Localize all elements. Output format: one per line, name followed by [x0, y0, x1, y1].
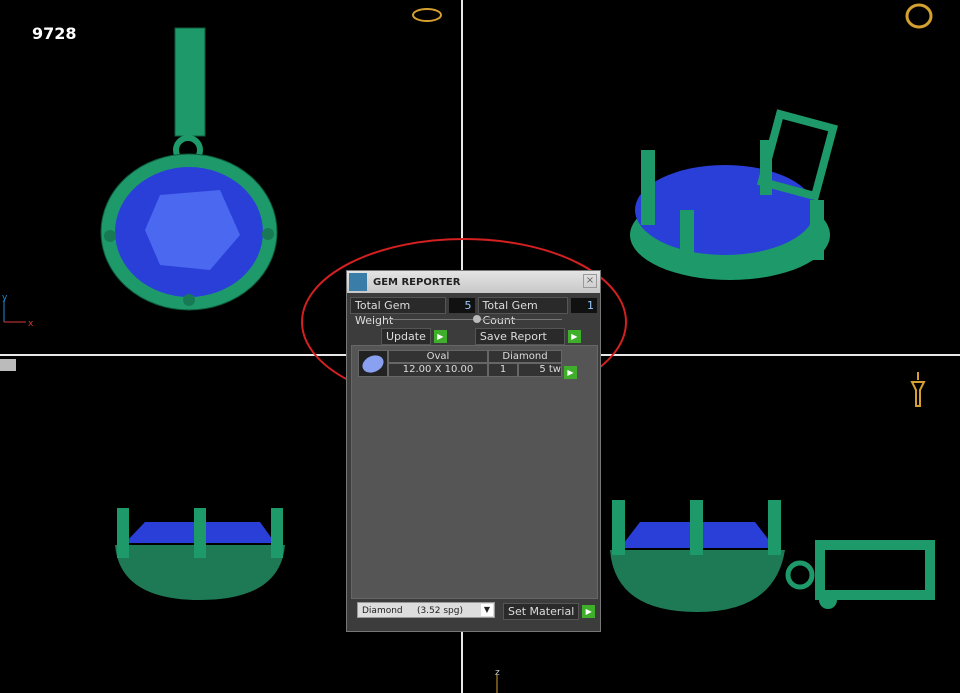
total-gem-weight-value: 5	[448, 298, 475, 313]
front-view-pendant	[100, 27, 278, 311]
gem-count: 1	[488, 363, 518, 377]
material-select[interactable]: Diamond (3.52 spg) ▼	[357, 602, 495, 618]
play-icon: ▶	[433, 330, 447, 343]
gem-weight-value: 5	[539, 364, 546, 375]
app-logo-icon	[349, 273, 367, 291]
total-gem-count-value: 1	[571, 298, 598, 313]
total-gem-weight-label: Total Gem Weight	[350, 297, 446, 327]
gem-reporter-panel: GEM REPORTER × Total Gem Weight 5 Total …	[346, 270, 601, 632]
ring-view-icon	[905, 3, 933, 29]
viewport-menu-dropdown	[0, 359, 16, 371]
gem-weight: 5 tw	[518, 363, 562, 377]
set-material-label: Set Material	[503, 603, 580, 620]
set-material-button[interactable]: Set Material ▶	[503, 603, 596, 620]
gem-row-play-button[interactable]: ▶	[564, 366, 577, 379]
panel-titlebar[interactable]: GEM REPORTER ×	[347, 271, 600, 293]
update-button[interactable]: Update ▶	[381, 328, 447, 345]
axis-z-label: z	[495, 668, 500, 678]
view-cube-icon	[412, 8, 442, 22]
gem-size: 12.00 X 10.00	[388, 363, 488, 377]
axis-x-label: x	[28, 319, 34, 329]
chevron-down-icon[interactable]: ▼	[481, 604, 493, 616]
side-view-pendant	[115, 508, 285, 600]
update-label: Update	[381, 328, 431, 345]
axis-indicator-topleft	[3, 300, 26, 323]
gem-shape: Oval	[388, 350, 488, 363]
perspective-view-pendant	[630, 109, 839, 280]
play-icon: ▶	[567, 330, 581, 343]
gem-weight-unit: tw	[548, 364, 561, 375]
save-report-button[interactable]: Save Report ▶	[474, 328, 581, 345]
save-report-label: Save Report	[474, 328, 565, 345]
oval-gem-icon	[358, 350, 388, 377]
panel-title: GEM REPORTER	[373, 276, 461, 288]
gem-row[interactable]: Oval Diamond 12.00 X 10.00 1 5 tw	[358, 350, 562, 377]
axis-y-label: y	[2, 293, 8, 303]
play-icon: ▶	[582, 605, 596, 618]
gem-material: Diamond	[488, 350, 562, 363]
side-view-icon	[910, 372, 926, 407]
total-gem-count-label: Total Gem Count	[477, 297, 569, 327]
close-icon[interactable]: ×	[583, 274, 597, 288]
collapse-handle-icon[interactable]	[473, 315, 481, 323]
gem-list[interactable]: Oval Diamond 12.00 X 10.00 1 5 tw ▶	[351, 345, 598, 599]
material-select-value: Diamond (3.52 spg)	[362, 606, 463, 616]
side-view-pendant-bail	[610, 500, 935, 612]
splitter[interactable]	[385, 315, 562, 323]
